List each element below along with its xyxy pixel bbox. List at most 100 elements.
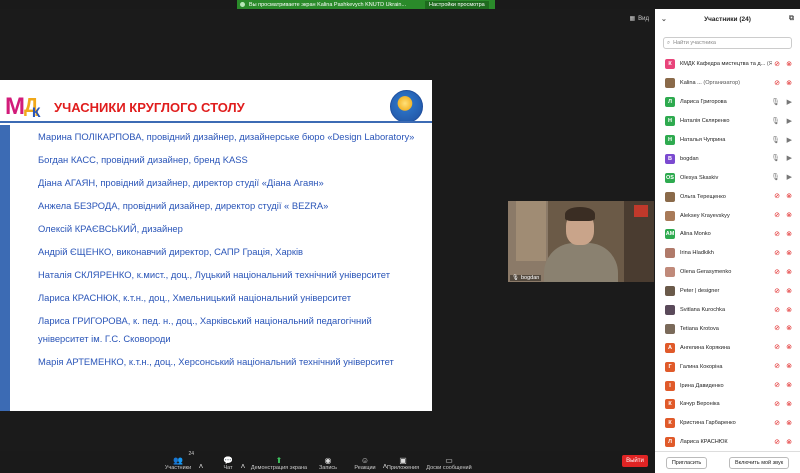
participant-name-text: Irina Hladkikh bbox=[680, 250, 714, 257]
avatar: Г bbox=[665, 361, 675, 372]
participant-name: Peter | designer bbox=[680, 288, 772, 294]
video-off-icon: ⊗ bbox=[786, 401, 792, 409]
participant-search-input[interactable]: ⌕ Найти участника bbox=[663, 37, 792, 49]
participant-row[interactable]: Г Галина Кокоріна ⊘ ⊗ bbox=[655, 357, 800, 376]
camera-tile[interactable]: 🎙 bogdan bbox=[508, 201, 654, 282]
participant-name-text: Peter | designer bbox=[680, 288, 720, 295]
participants-button[interactable]: 👥 24 Участники bbox=[164, 451, 194, 473]
participant-row[interactable]: Н Наталія Скляренко 🎙 ▶ bbox=[655, 112, 800, 131]
participant-row[interactable]: Kalina ... (Организатор) ⊘ ⊗ bbox=[655, 74, 800, 93]
participant-row[interactable]: AM Alina Monko ⊘ ⊗ bbox=[655, 225, 800, 244]
mic-muted-icon: ⊘ bbox=[774, 325, 780, 333]
reactions-label: Реакции bbox=[354, 465, 376, 471]
camera-background-door bbox=[516, 201, 546, 261]
participant-row[interactable]: Н Наталья Чуприна 🎙 ▶ bbox=[655, 131, 800, 150]
participants-panel-header: ⌄ Участники (24) ⧉ bbox=[655, 9, 800, 30]
search-icon: ⌕ bbox=[667, 39, 671, 46]
avatar bbox=[665, 305, 675, 316]
participant-name: Alina Monko bbox=[680, 231, 772, 237]
leave-meeting-button[interactable]: Выйти bbox=[622, 455, 648, 467]
participants-icon: 👥 bbox=[173, 456, 183, 465]
person-hair bbox=[565, 207, 595, 221]
participant-row[interactable]: І Ірина Давиденко ⊘ ⊗ bbox=[655, 376, 800, 395]
mic-muted-icon: ⊘ bbox=[774, 287, 780, 295]
chat-button[interactable]: 💬 Чат bbox=[220, 451, 236, 473]
video-off-icon: ⊗ bbox=[786, 79, 792, 87]
participant-name: Irina Hladkikh bbox=[680, 250, 772, 256]
slide-list-item: Наталія СКЛЯРЕНКО, к.мист., доц., Луцьки… bbox=[38, 269, 390, 280]
participant-name: Kalina ... (Организатор) bbox=[680, 80, 772, 86]
chevron-down-icon[interactable]: ⌄ bbox=[661, 15, 667, 23]
participants-panel-footer: Пригласить Включить мой звук bbox=[655, 451, 800, 473]
whiteboard-button[interactable]: ▭ Доски сообщений bbox=[426, 451, 472, 473]
participant-name: Наталія Скляренко bbox=[680, 118, 772, 124]
participants-panel-title: Участники (24) bbox=[704, 16, 751, 23]
participant-row[interactable]: Ольга Терещенко ⊘ ⊗ bbox=[655, 187, 800, 206]
participant-row[interactable]: К КМДК Кафедра мистецтва та д... (Я)⊘ ⊗ bbox=[655, 55, 800, 74]
reactions-button[interactable]: ☺ Реакции bbox=[352, 451, 378, 473]
video-off-icon: ⊗ bbox=[786, 325, 792, 333]
participant-row[interactable]: Svitlana Kurochka ⊘ ⊗ bbox=[655, 301, 800, 320]
chat-label: Чат bbox=[223, 465, 233, 471]
unmute-me-button[interactable]: Включить мой звук bbox=[729, 456, 790, 469]
slide-list-item: Богдан КАСС, провідний дизайнер, бренд K… bbox=[38, 154, 248, 165]
mic-muted-icon: ⊘ bbox=[774, 268, 780, 276]
invite-button[interactable]: Пригласить bbox=[665, 456, 708, 469]
participant-row[interactable]: К Качур Вероніка ⊘ ⊗ bbox=[655, 395, 800, 414]
participant-row[interactable]: К Кристина Гарбаренко ⊘ ⊗ bbox=[655, 414, 800, 433]
whiteboard-label: Доски сообщений bbox=[426, 465, 472, 471]
record-label: Запись bbox=[318, 465, 338, 471]
mic-muted-icon: ⊘ bbox=[774, 212, 780, 220]
video-off-icon: ⊗ bbox=[786, 231, 792, 239]
mic-muted-icon: ⊘ bbox=[774, 401, 780, 409]
avatar: К bbox=[665, 399, 675, 410]
mic-muted-icon: ⊘ bbox=[774, 344, 780, 352]
avatar bbox=[665, 191, 675, 202]
participant-row[interactable]: Tetiana Krotova ⊘ ⊗ bbox=[655, 319, 800, 338]
apps-button[interactable]: ▣ Приложения bbox=[386, 451, 420, 473]
video-icon: ▶ bbox=[786, 155, 792, 163]
mic-icon: 🎙 bbox=[771, 117, 780, 125]
camera-name: bogdan bbox=[520, 275, 540, 281]
video-icon: ▶ bbox=[786, 174, 792, 182]
participant-row[interactable]: Aleksey Krayevskyy ⊘ ⊗ bbox=[655, 206, 800, 225]
share-indicator-icon bbox=[240, 2, 245, 7]
participant-row[interactable]: Л Лариса Григорова 🎙 ▶ bbox=[655, 93, 800, 112]
participants-panel: ⌄ Участники (24) ⧉ ⌕ Найти участника К КМ… bbox=[655, 9, 800, 473]
participant-row[interactable]: OS Olesya Skaskiv 🎙 ▶ bbox=[655, 168, 800, 187]
video-off-icon: ⊗ bbox=[786, 344, 792, 352]
mic-icon: 🎙 bbox=[771, 174, 780, 182]
view-button[interactable]: ▦ Вид bbox=[629, 15, 649, 23]
participant-row[interactable]: Olena Gerasymenko ⊘ ⊗ bbox=[655, 263, 800, 282]
whiteboard-icon: ▭ bbox=[445, 456, 453, 465]
participant-name: Кристина Гарбаренко bbox=[680, 420, 772, 426]
video-off-icon: ⊗ bbox=[786, 382, 792, 390]
participant-row[interactable]: Л Лариса КРАСНЮК ⊘ ⊗ bbox=[655, 433, 800, 452]
apps-label: Приложения bbox=[386, 465, 420, 471]
chat-icon: 💬 bbox=[223, 456, 233, 465]
record-icon: ◉ bbox=[324, 456, 332, 465]
participant-list: ККМДК Кафедра мистецтва та д... (Я)⊘⊗Kal… bbox=[655, 55, 800, 471]
caret-up-icon: ˄ bbox=[198, 462, 204, 471]
mic-muted-icon: ⊘ bbox=[774, 306, 780, 314]
participant-row[interactable]: Bbogdan 🎙 ▶ bbox=[655, 149, 800, 168]
participant-row[interactable]: Peter | designer ⊘ ⊗ bbox=[655, 282, 800, 301]
mic-muted-icon: ⊘ bbox=[774, 231, 780, 239]
share-screen-button[interactable]: ⬆ Демонстрация экрана bbox=[250, 451, 308, 473]
grid-icon: ▦ bbox=[629, 16, 636, 22]
record-button[interactable]: ◉ Запись bbox=[316, 451, 340, 473]
view-options-button[interactable]: Настройки просмотра bbox=[425, 0, 489, 9]
participants-count: 24 bbox=[188, 451, 194, 457]
apps-icon: ▣ bbox=[399, 456, 407, 465]
participant-row[interactable]: А Ангелина Корякина ⊘ ⊗ bbox=[655, 338, 800, 357]
video-off-icon: ⊗ bbox=[786, 268, 792, 276]
chat-caret-button[interactable]: ˄ bbox=[238, 451, 248, 473]
popout-icon[interactable]: ⧉ bbox=[789, 15, 794, 23]
participant-name-text: Ангелина Корякина bbox=[680, 344, 731, 351]
participants-caret-button[interactable]: ˄ bbox=[196, 451, 206, 473]
video-off-icon: ⊗ bbox=[786, 306, 792, 314]
avatar: Н bbox=[665, 135, 675, 145]
avatar: І bbox=[665, 380, 675, 391]
slide-accent-bar bbox=[0, 125, 10, 411]
participant-row[interactable]: Irina Hladkikh ⊘ ⊗ bbox=[655, 244, 800, 263]
